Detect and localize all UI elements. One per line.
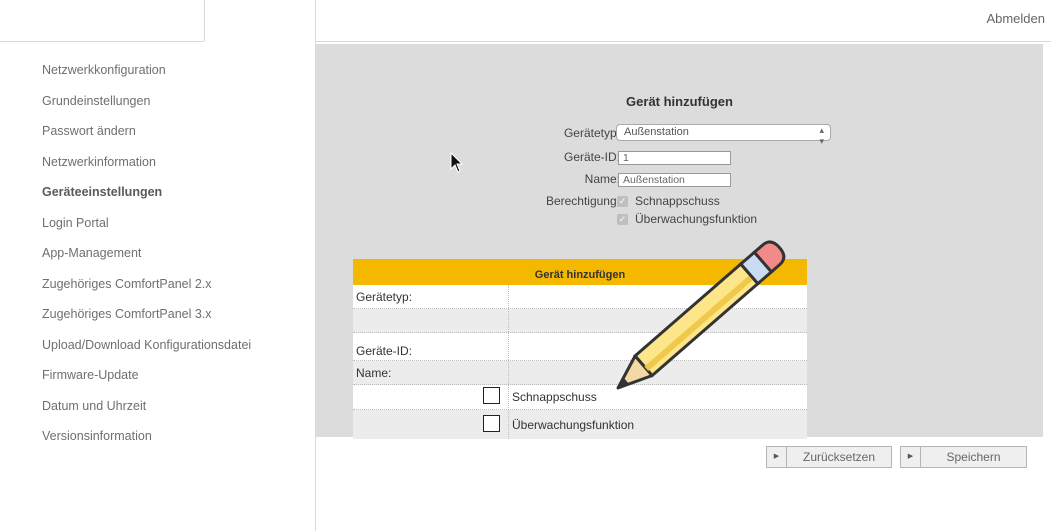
overlay-snapshot-label: Schnappschuss bbox=[512, 390, 597, 404]
overlay-monitoring-checkbox[interactable] bbox=[483, 415, 500, 432]
table-row: Überwachungsfunktion bbox=[353, 410, 807, 439]
sidebar-item-passwort[interactable]: Passwort ändern bbox=[42, 121, 302, 152]
overlay-snapshot-checkbox[interactable] bbox=[483, 387, 500, 404]
overlay-name-label: Name: bbox=[356, 366, 392, 380]
snapshot-label: Schnappschuss bbox=[635, 194, 720, 208]
sidebar-item-firmware-update[interactable]: Firmware-Update bbox=[42, 365, 302, 396]
sidebar-item-netzwerkkonfiguration[interactable]: Netzwerkkonfiguration bbox=[42, 60, 302, 91]
top-tab bbox=[0, 0, 204, 42]
play-icon: ▶ bbox=[901, 447, 921, 467]
monitoring-checkbox[interactable]: ✓ bbox=[617, 214, 628, 225]
overlay-device-id-label: Geräte-ID: bbox=[356, 344, 413, 358]
device-id-input[interactable]: 1 bbox=[618, 151, 731, 165]
sidebar-item-comfortpanel-2[interactable]: Zugehöriges ComfortPanel 2.x bbox=[42, 274, 302, 305]
sidebar-item-app-management[interactable]: App-Management bbox=[42, 243, 302, 274]
reset-button-label: Zurücksetzen bbox=[802, 450, 876, 464]
header-divider bbox=[315, 41, 1051, 42]
sidebar-item-comfortpanel-3[interactable]: Zugehöriges ComfortPanel 3.x bbox=[42, 304, 302, 335]
column-divider bbox=[508, 385, 510, 408]
play-icon: ▶ bbox=[767, 447, 787, 467]
column-divider bbox=[508, 410, 510, 439]
sidebar-item-grundeinstellungen[interactable]: Grundeinstellungen bbox=[42, 91, 302, 122]
save-button[interactable]: ▶ Speichern bbox=[900, 446, 1027, 468]
sidebar: Netzwerkkonfiguration Grundeinstellungen… bbox=[42, 60, 302, 457]
sidebar-item-netzwerkinformation[interactable]: Netzwerkinformation bbox=[42, 152, 302, 183]
overlay-device-type-label: Gerätetyp: bbox=[356, 290, 413, 304]
reset-button[interactable]: ▶ Zurücksetzen bbox=[766, 446, 892, 468]
device-type-value: Außenstation bbox=[624, 126, 689, 138]
name-label: Name: bbox=[584, 172, 620, 186]
logout-link[interactable]: Abmelden bbox=[986, 11, 1045, 26]
sidebar-item-upload-download[interactable]: Upload/Download Konfigurationsdatei bbox=[42, 335, 302, 366]
device-type-select[interactable]: Außenstation ▴ ▾ bbox=[616, 124, 831, 146]
device-type-label: Gerätetyp: bbox=[563, 126, 620, 140]
pencil-icon bbox=[616, 240, 786, 390]
sidebar-item-datum-uhrzeit[interactable]: Datum und Uhrzeit bbox=[42, 396, 302, 427]
save-button-label: Speichern bbox=[946, 450, 1001, 464]
permission-label: Berechtigung: bbox=[545, 194, 620, 208]
tab-divider bbox=[204, 0, 205, 41]
column-divider bbox=[508, 333, 510, 360]
form-title: Gerät hinzufügen bbox=[626, 94, 733, 109]
snapshot-checkbox[interactable]: ✓ bbox=[617, 196, 628, 207]
column-divider bbox=[508, 285, 510, 308]
chevron-updown-icon: ▴ ▾ bbox=[819, 125, 824, 146]
mouse-cursor-icon bbox=[450, 152, 464, 173]
column-divider bbox=[508, 309, 510, 332]
sidebar-item-geraeteeinstellungen[interactable]: Geräteeinstellungen bbox=[42, 182, 302, 213]
sidebar-item-versionsinformation[interactable]: Versionsinformation bbox=[42, 426, 302, 457]
column-divider bbox=[508, 361, 510, 384]
name-input[interactable]: Außenstation bbox=[618, 173, 731, 187]
monitoring-label: Überwachungsfunktion bbox=[635, 212, 758, 226]
top-bar: Abmelden bbox=[0, 0, 1051, 42]
overlay-monitoring-label: Überwachungsfunktion bbox=[512, 418, 635, 432]
device-id-label: Geräte-ID: bbox=[563, 150, 620, 164]
sidebar-item-login-portal[interactable]: Login Portal bbox=[42, 213, 302, 244]
